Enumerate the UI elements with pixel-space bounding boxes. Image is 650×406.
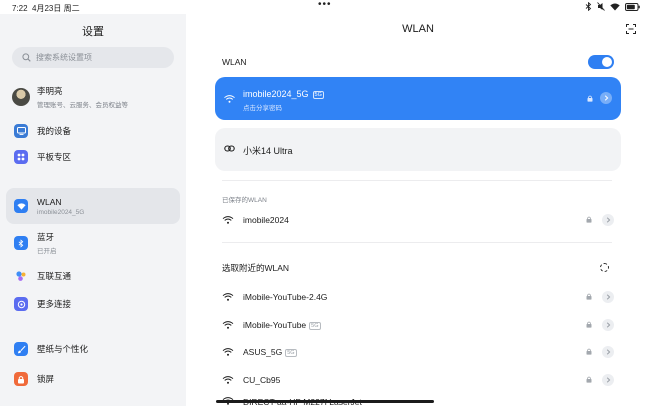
sidebar-item-bluetooth[interactable]: 蓝牙 已开启 bbox=[6, 230, 180, 256]
wlan-panel: WLAN WLAN imobile2024_5G 5G 点击分享密码 小米14 U… bbox=[186, 14, 650, 406]
lock-icon bbox=[587, 95, 593, 102]
more-dots-icon[interactable]: ••• bbox=[318, 0, 332, 10]
search-bar[interactable] bbox=[12, 47, 174, 68]
link-icon bbox=[224, 145, 235, 152]
sidebar-title: 设置 bbox=[82, 26, 104, 38]
chevron-right-icon[interactable] bbox=[602, 291, 614, 303]
network-name: iMobile-YouTube-2.4G bbox=[243, 292, 328, 302]
lock-icon bbox=[586, 348, 592, 355]
connected-network[interactable]: imobile2024_5G 5G 点击分享密码 bbox=[215, 77, 621, 120]
sidebar-item-interconnect[interactable]: 互联互通 bbox=[6, 263, 180, 289]
wifi-icon bbox=[222, 376, 234, 384]
wlan-toggle-label: WLAN bbox=[222, 57, 247, 67]
sidebar-item-lock-screen[interactable]: 锁屏 bbox=[6, 366, 180, 392]
scanning-spinner-icon bbox=[600, 263, 609, 272]
system-icons bbox=[585, 2, 640, 11]
search-input[interactable] bbox=[36, 53, 166, 62]
band-badge: 5G bbox=[285, 349, 297, 357]
wifi-icon bbox=[222, 348, 234, 356]
lock-icon bbox=[586, 376, 592, 383]
lock-icon bbox=[586, 293, 592, 300]
wifi-icon bbox=[14, 199, 28, 213]
network-name: CU_Cb95 bbox=[243, 375, 281, 385]
status-time: 7:22 4月23日 周二 bbox=[12, 4, 80, 13]
mute-icon bbox=[597, 2, 605, 11]
battery-icon bbox=[625, 2, 640, 11]
search-icon bbox=[22, 53, 31, 62]
wifi-icon bbox=[222, 216, 234, 224]
bluetooth-status-icon bbox=[585, 2, 592, 11]
chevron-right-icon[interactable] bbox=[602, 319, 614, 331]
network-name: ASUS_5G bbox=[243, 347, 283, 357]
lock-icon bbox=[14, 372, 28, 386]
band-badge: 5G bbox=[309, 322, 321, 330]
bluetooth-icon bbox=[14, 236, 28, 250]
home-indicator[interactable] bbox=[216, 400, 434, 403]
account-name: 李明亮 bbox=[37, 86, 63, 96]
hotspot-item[interactable]: 小米14 Ultra bbox=[215, 128, 621, 171]
wifi-icon bbox=[222, 293, 234, 301]
sidebar-item-wlan[interactable]: WLAN imobile2024_5G bbox=[6, 188, 180, 224]
divider bbox=[222, 180, 612, 181]
nearby-network[interactable]: iMobile-YouTube 5G bbox=[222, 315, 614, 335]
nearby-section-title: 选取附近的WLAN bbox=[222, 263, 290, 273]
nearby-network[interactable]: iMobile-YouTube-2.4G bbox=[222, 287, 614, 307]
network-name: imobile2024 bbox=[243, 215, 289, 225]
wifi-icon bbox=[222, 321, 234, 329]
connected-ssid: imobile2024_5G bbox=[243, 89, 309, 99]
hotspot-name: 小米14 Ultra bbox=[243, 146, 293, 156]
sidebar-item-my-device[interactable]: 我的设备 bbox=[6, 118, 180, 144]
share-password-hint: 点击分享密码 bbox=[243, 105, 282, 112]
account-profile[interactable]: 李明亮 管理账号、云服务、会员权益等 bbox=[12, 84, 180, 110]
status-bar: 7:22 4月23日 周二 ••• bbox=[0, 0, 650, 14]
interconnect-icon bbox=[14, 269, 28, 283]
saved-section-title: 已保存的WLAN bbox=[222, 197, 267, 204]
brush-icon bbox=[14, 342, 28, 356]
device-icon bbox=[14, 124, 28, 138]
nearby-network[interactable]: ASUS_5G 5G bbox=[222, 342, 614, 362]
lock-icon bbox=[586, 216, 592, 223]
avatar bbox=[12, 88, 30, 106]
sidebar-item-more-connections[interactable]: 更多连接 bbox=[6, 291, 180, 317]
chevron-right-icon[interactable] bbox=[602, 346, 614, 358]
sidebar-item-wallpaper[interactable]: 壁纸与个性化 bbox=[6, 336, 180, 362]
link-icon bbox=[14, 297, 28, 311]
grid-icon bbox=[14, 150, 28, 164]
chevron-right-icon[interactable] bbox=[602, 374, 614, 386]
settings-sidebar: 设置 李明亮 管理账号、云服务、会员权益等 我的设备 平板专区 WLAN imo… bbox=[0, 14, 186, 406]
wlan-toggle[interactable] bbox=[588, 55, 614, 69]
divider bbox=[222, 242, 612, 243]
chevron-right-icon[interactable] bbox=[600, 92, 612, 104]
lock-icon bbox=[586, 321, 592, 328]
chevron-right-icon[interactable] bbox=[602, 214, 614, 226]
wifi-status-icon bbox=[610, 2, 620, 11]
band-badge: 5G bbox=[312, 91, 324, 99]
wifi-icon bbox=[224, 95, 235, 103]
page-title: WLAN bbox=[402, 23, 434, 35]
qr-scan-icon[interactable] bbox=[626, 24, 636, 34]
sidebar-item-tablet-zone[interactable]: 平板专区 bbox=[6, 144, 180, 170]
account-subtitle: 管理账号、云服务、会员权益等 bbox=[37, 102, 128, 109]
saved-network[interactable]: imobile2024 bbox=[222, 210, 614, 230]
network-name: iMobile-YouTube bbox=[243, 320, 307, 330]
nearby-network[interactable]: CU_Cb95 bbox=[222, 370, 614, 390]
